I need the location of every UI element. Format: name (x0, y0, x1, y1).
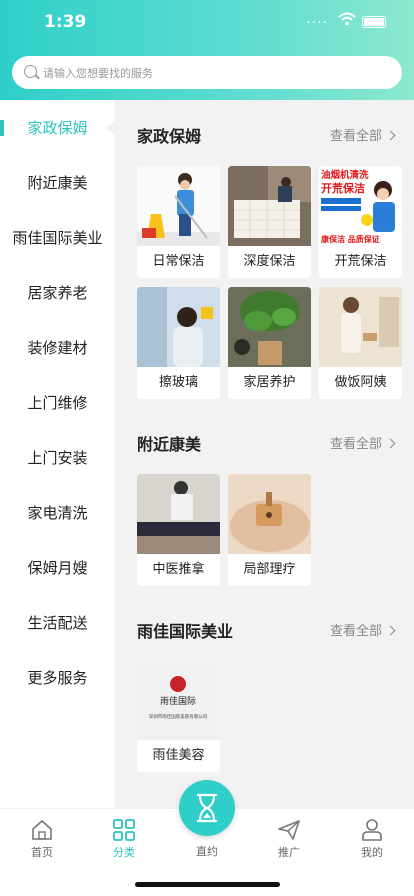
chevron-right-icon (385, 625, 396, 636)
category-icon (113, 819, 135, 841)
service-card[interactable]: 做饭阿姨 (319, 287, 402, 399)
section-title: 附近康美 (137, 435, 202, 454)
tab-home[interactable]: 首页 (12, 819, 72, 860)
search-placeholder: 请输入您想要找的服务 (43, 67, 153, 80)
service-image: 油烟机清洗 开荒保洁 康保洁 品质保证 (319, 166, 402, 246)
view-all-label: 查看全部 (330, 129, 383, 144)
search-bar[interactable]: 请输入您想要找的服务 (12, 56, 402, 89)
view-all-label: 查看全部 (330, 437, 383, 452)
tab-mine[interactable]: 我的 (342, 819, 402, 860)
signal-icon: ···· (306, 15, 328, 31)
sidebar-item-repair[interactable]: 上门维修 (0, 383, 115, 423)
tab-label: 推广 (278, 846, 300, 859)
appointment-fab-button[interactable] (179, 780, 235, 836)
status-bar: 1:39 ···· (0, 12, 414, 36)
chevron-right-icon (385, 130, 396, 141)
service-card[interactable]: 局部理疗 (228, 474, 311, 586)
sidebar-item-renovation[interactable]: 装修建材 (0, 328, 115, 368)
service-image (228, 166, 311, 246)
service-label: 开荒保洁 (334, 254, 387, 269)
sidebar-item-label: 保姆月嫂 (27, 559, 88, 577)
header: 1:39 ···· 请输入您想要找的服务 (0, 0, 414, 100)
service-card[interactable]: 深度保洁 (228, 166, 311, 278)
sidebar-item-label: 生活配送 (27, 614, 88, 632)
service-image: 雨佳国际 深圳市雨佳国际美容有限公司 (137, 660, 220, 740)
view-all-link[interactable]: 查看全部 (330, 620, 396, 639)
tab-label: 分类 (113, 846, 135, 859)
image-text-top: 油烟机清洗 (321, 169, 369, 181)
service-image (228, 474, 311, 554)
active-pointer (106, 121, 115, 135)
sidebar-item-label: 家电清洗 (27, 504, 88, 522)
service-image (137, 474, 220, 554)
sidebar-item-label: 更多服务 (27, 669, 88, 687)
hourglass-icon (196, 793, 218, 823)
service-card[interactable]: 家居养护 (228, 287, 311, 399)
tab-appointment[interactable]: 直约 (177, 843, 237, 859)
sidebar-item-installation[interactable]: 上门安装 (0, 438, 115, 478)
home-indicator (135, 882, 280, 887)
tab-label: 直约 (196, 845, 218, 858)
wifi-icon (338, 12, 356, 30)
service-image (137, 287, 220, 367)
service-label: 日常保洁 (152, 254, 205, 269)
service-image (228, 287, 311, 367)
view-all-label: 查看全部 (330, 624, 383, 639)
user-icon (362, 819, 382, 841)
sidebar-item-label: 家政保姆 (27, 119, 88, 137)
tab-promote[interactable]: 推广 (259, 819, 319, 860)
battery-icon (362, 16, 386, 28)
sidebar-item-nearby-wellness[interactable]: 附近康美 (0, 163, 115, 203)
sidebar-item-label: 附近康美 (27, 174, 88, 192)
sidebar-item-nanny[interactable]: 保姆月嫂 (0, 548, 115, 588)
send-icon (278, 820, 300, 840)
status-time: 1:39 (44, 12, 87, 32)
sidebar-item-label: 雨佳国际美业 (12, 229, 103, 247)
service-label: 做饭阿姨 (334, 375, 387, 390)
service-card[interactable]: 中医推拿 (137, 474, 220, 586)
sidebar-item-more[interactable]: 更多服务 (0, 658, 115, 698)
service-image (137, 166, 220, 246)
service-label: 擦玻璃 (158, 375, 198, 390)
view-all-link[interactable]: 查看全部 (330, 125, 396, 144)
service-label: 局部理疗 (243, 562, 296, 577)
service-label: 家居养护 (243, 375, 296, 390)
sidebar-item-label: 上门安装 (27, 449, 88, 467)
sidebar-item-label: 上门维修 (27, 394, 88, 412)
service-label: 中医推拿 (152, 562, 205, 577)
service-card[interactable]: 日常保洁 (137, 166, 220, 278)
image-text-bottom: 康保洁 品质保证 (321, 234, 380, 244)
category-sidebar: 家政保姆 附近康美 雨佳国际美业 居家养老 装修建材 上门维修 上门安装 家电清… (0, 100, 115, 808)
service-card[interactable]: 油烟机清洗 开荒保洁 康保洁 品质保证 开荒保洁 (319, 166, 402, 278)
sidebar-item-appliance-cleaning[interactable]: 家电清洗 (0, 493, 115, 533)
tab-category[interactable]: 分类 (94, 819, 154, 860)
service-label: 雨佳美容 (152, 748, 205, 763)
brand-logo-text: 雨佳国际 (160, 695, 196, 707)
view-all-link[interactable]: 查看全部 (330, 433, 396, 452)
home-icon (32, 819, 52, 840)
sidebar-item-yujia-beauty[interactable]: 雨佳国际美业 (0, 218, 115, 258)
brand-company-text: 深圳市雨佳国际美容有限公司 (149, 713, 208, 720)
sidebar-item-housekeeping[interactable]: 家政保姆 (0, 108, 115, 148)
image-text-mid: 开荒保洁 (321, 181, 365, 195)
section-title: 雨佳国际美业 (137, 622, 234, 641)
service-card[interactable]: 擦玻璃 (137, 287, 220, 399)
tab-label: 首页 (31, 846, 53, 859)
tab-label: 我的 (361, 846, 383, 859)
sidebar-item-label: 装修建材 (27, 339, 88, 357)
service-label: 深度保洁 (243, 254, 296, 269)
active-indicator (0, 120, 4, 136)
sidebar-item-label: 居家养老 (27, 284, 88, 302)
sidebar-item-delivery[interactable]: 生活配送 (0, 603, 115, 643)
sidebar-item-elder-care[interactable]: 居家养老 (0, 273, 115, 313)
section-title: 家政保姆 (137, 127, 202, 146)
service-image (319, 287, 402, 367)
search-icon (24, 65, 37, 78)
chevron-right-icon (385, 438, 396, 449)
service-card[interactable]: 雨佳国际 深圳市雨佳国际美容有限公司 雨佳美容 (137, 660, 220, 772)
